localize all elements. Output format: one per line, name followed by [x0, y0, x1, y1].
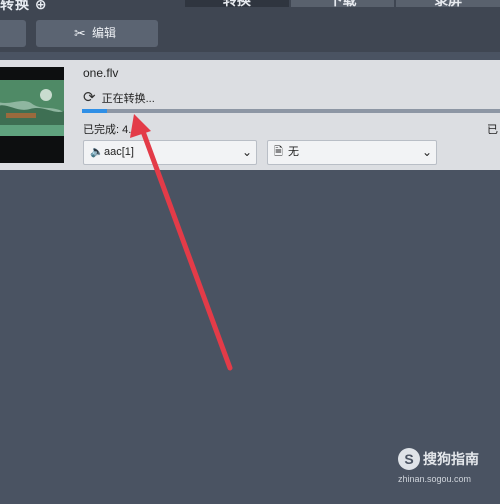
add-file-button[interactable]	[0, 20, 26, 47]
edit-button[interactable]: ✂ 编辑	[36, 20, 158, 47]
completed-label: 已完成: 4.	[83, 124, 132, 136]
chevron-down-icon: ⌄	[241, 145, 252, 159]
app-title: 转换 ⊕	[0, 0, 48, 12]
top-bar: 转换 ⊕ 转换 下载 录屏	[0, 0, 500, 14]
conversion-status: ⟳ 正在转换...	[83, 90, 155, 106]
audio-track-value: aac[1]	[104, 146, 134, 158]
mode-tabs: 转换 下载 录屏	[185, 0, 500, 14]
tab-download[interactable]: 下载	[290, 0, 395, 7]
refresh-icon: ⟳	[83, 89, 96, 106]
tab-convert[interactable]: 转换	[185, 0, 289, 7]
tab-record[interactable]: 录屏	[396, 0, 500, 7]
progress-fill	[82, 109, 108, 113]
audio-track-select[interactable]: 🔈 aac[1] ⌄	[83, 140, 257, 165]
chevron-down-icon: ⌄	[421, 145, 432, 159]
progress-bar	[82, 109, 500, 113]
sogou-logo: S	[398, 448, 420, 470]
toolbar: ✂ 编辑	[0, 14, 500, 52]
status-text: 正在转换...	[101, 93, 155, 105]
watermark-text: 搜狗指南	[423, 451, 479, 467]
watermark-url: zhinan.sogou.com	[398, 474, 472, 484]
scissors-icon: ✂	[74, 25, 86, 41]
conversion-item: one.flv ⟳ 正在转换... 已完成: 4. 已 🔈 aac[1] ⌄ 🗎…	[0, 60, 500, 170]
edit-button-label: 编辑	[92, 26, 117, 40]
subtitle-select[interactable]: 🗎 无 ⌄	[267, 140, 437, 165]
video-thumbnail[interactable]	[0, 67, 64, 163]
completed-label-right: 已	[487, 124, 498, 136]
document-icon: 🗎	[274, 146, 283, 158]
subtitle-value: 无	[288, 146, 299, 158]
file-name: one.flv	[83, 66, 119, 80]
speaker-icon: 🔈	[90, 146, 104, 158]
